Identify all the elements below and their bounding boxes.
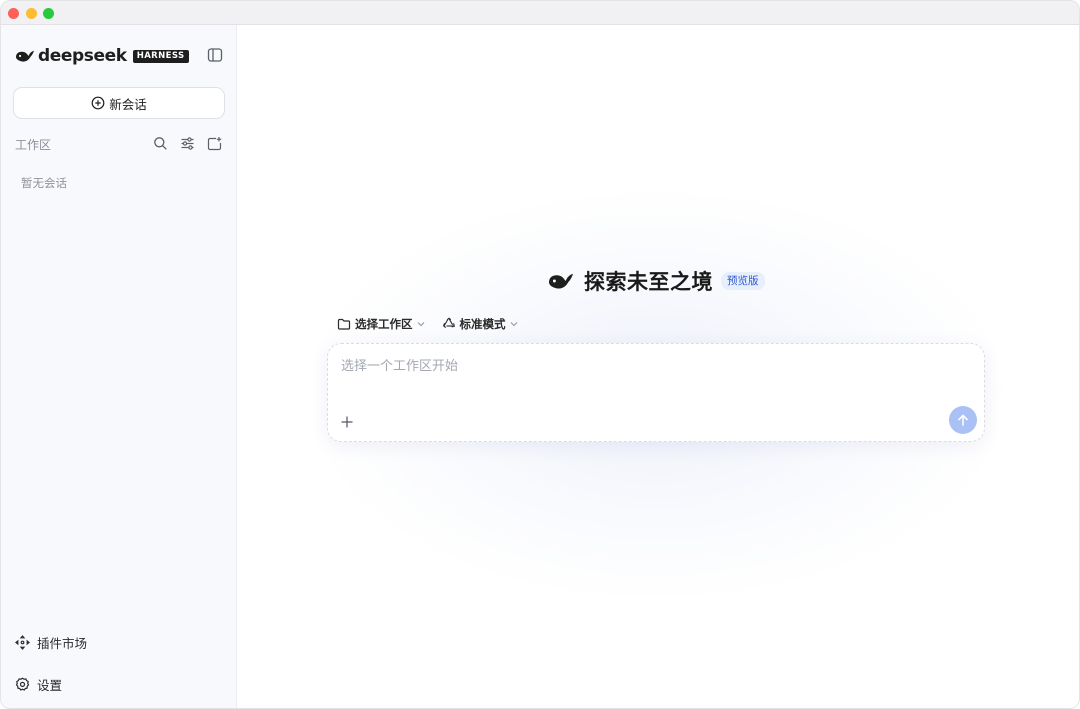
sidebar: deepseek HARNESS 新会话 工作区 暂无会话 插件市场 设置 xyxy=(1,25,237,708)
whale-logo-icon xyxy=(16,50,34,62)
select-workspace-dropdown[interactable]: 选择工作区 xyxy=(337,316,426,332)
settings-label: 设置 xyxy=(37,677,63,693)
search-icon[interactable] xyxy=(153,136,168,151)
brand-name: deepseek xyxy=(38,46,127,66)
settings-item[interactable]: 设置 xyxy=(15,674,62,694)
chevron-down-icon xyxy=(510,322,517,327)
title-bar xyxy=(1,1,1079,25)
gear-icon xyxy=(15,676,30,691)
new-chat-label: 新会话 xyxy=(109,96,147,112)
whale-logo-icon xyxy=(549,273,573,289)
preview-badge: 预览版 xyxy=(721,272,765,290)
brand-logo: deepseek HARNESS xyxy=(14,46,189,66)
plugin-market-label: 插件市场 xyxy=(37,635,88,651)
plus-icon[interactable] xyxy=(339,414,355,430)
brand-badge: HARNESS xyxy=(132,49,189,63)
close-window-button[interactable] xyxy=(8,8,19,19)
app-window: deepseek HARNESS 新会话 工作区 暂无会话 插件市场 设置 探索… xyxy=(0,0,1080,709)
folder-icon xyxy=(337,318,351,330)
main-panel: 探索未至之境 预览版 选择工作区 标准模式 选择一个工作区开始 xyxy=(237,25,1079,708)
filter-icon[interactable] xyxy=(180,136,195,151)
new-folder-icon[interactable] xyxy=(207,136,222,151)
plugin-market-item[interactable]: 插件市场 xyxy=(15,632,87,652)
select-workspace-label: 选择工作区 xyxy=(355,317,413,331)
message-input[interactable] xyxy=(341,356,941,376)
workspace-label: 工作区 xyxy=(15,138,52,152)
plus-circle-icon xyxy=(91,96,105,110)
empty-sessions-text: 暂无会话 xyxy=(21,176,67,190)
workspace-header: 工作区 xyxy=(15,135,225,153)
mode-label: 标准模式 xyxy=(459,317,506,331)
composer-options: 选择工作区 标准模式 xyxy=(337,316,535,332)
mode-dropdown[interactable]: 标准模式 xyxy=(442,316,519,332)
plugin-market-icon xyxy=(15,634,30,650)
minimize-window-button[interactable] xyxy=(26,8,37,19)
chevron-down-icon xyxy=(417,322,424,327)
recycle-icon xyxy=(442,317,455,329)
arrow-up-icon xyxy=(958,414,968,426)
hero-heading: 探索未至之境 预览版 xyxy=(546,266,765,296)
hero-title: 探索未至之境 xyxy=(584,270,713,294)
sidebar-toggle-icon[interactable] xyxy=(207,47,223,63)
new-chat-button[interactable]: 新会话 xyxy=(13,87,225,119)
maximize-window-button[interactable] xyxy=(43,8,54,19)
send-button[interactable] xyxy=(949,406,977,434)
message-composer xyxy=(327,343,985,442)
